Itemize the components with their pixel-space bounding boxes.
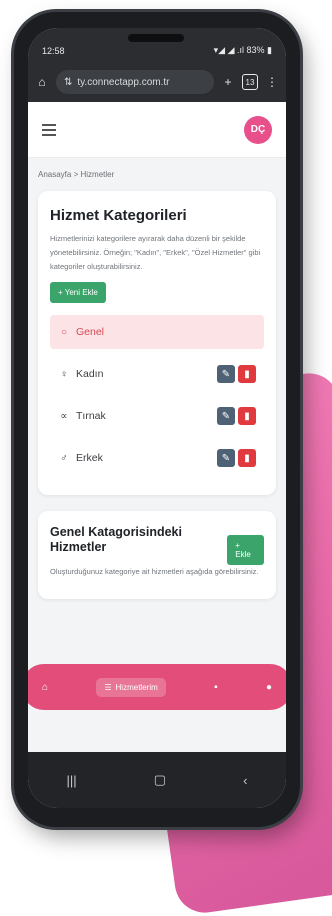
edit-category-button[interactable]: ✎ [217,449,235,467]
nail-icon: ∝ [60,410,68,422]
nav-item-label: Hizmetlerim [115,682,158,692]
new-tab-icon[interactable]: + [220,75,236,89]
category-item-genel[interactable]: ○ Genel [50,315,264,349]
camera-notch [128,34,184,42]
delete-category-button[interactable]: ▮ [238,407,256,425]
site-settings-icon[interactable]: ⇅ [64,77,72,88]
address-bar[interactable]: ⇅ ty.connectapp.com.tr [56,70,214,94]
add-category-button[interactable]: + Yeni Ekle [50,282,106,303]
category-label: Kadın [76,368,104,380]
phone-frame: 12:58 ▾◢ ◢ .ıl 83% ▮ ⌂ ⇅ ty.connectapp.c… [14,12,300,827]
trash-icon: ▮ [244,452,250,464]
edit-category-button[interactable]: ✎ [217,365,235,383]
pencil-icon: ✎ [221,452,231,464]
category-item-erkek[interactable]: ♂ Erkek ✎ ▮ [50,441,264,475]
avatar[interactable]: DÇ [244,115,272,144]
categories-description: Hizmetlerinizi kategorilere ayırarak dah… [50,234,261,271]
category-label: Tırnak [76,410,106,422]
recent-apps-icon[interactable]: ||| [67,773,77,788]
delete-category-button[interactable]: ▮ [238,449,256,467]
male-icon: ♂ [60,452,68,464]
female-icon: ♀ [60,368,68,380]
circle-icon: ○ [60,326,68,338]
more-menu-icon[interactable]: ⋮ [264,75,280,89]
nav-item-services[interactable]: ☰ Hizmetlerim [96,677,166,697]
category-item-tirnak[interactable]: ∝ Tırnak ✎ ▮ [50,399,264,433]
breadcrumb: Anasayfa > Hizmetler [38,170,115,179]
list-icon: ☰ [104,682,112,692]
category-list: ○ Genel ♀ Kadın ✎ ▮ ∝ Tırnak ✎ ▮ ♂ Erkek… [50,315,264,475]
app-header: DÇ [28,102,286,158]
url-text: ty.connectapp.com.tr [77,76,170,88]
pencil-icon: ✎ [221,410,231,422]
status-time: 12:58 [42,46,65,56]
edit-category-button[interactable]: ✎ [217,407,235,425]
services-description: Oluşturduğunuz kategoriye ait hizmetleri… [50,567,259,576]
category-label: Erkek [76,452,103,464]
home-button-icon[interactable]: ▢ [154,772,166,788]
pencil-icon: ✎ [221,368,231,380]
user-icon[interactable]: ● [266,682,272,693]
hamburger-menu-icon[interactable] [42,123,56,136]
back-icon[interactable]: ‹ [243,773,247,788]
phone-screen: 12:58 ▾◢ ◢ .ıl 83% ▮ ⌂ ⇅ ty.connectapp.c… [28,28,286,808]
categories-card: Hizmet Kategorileri Hizmetlerinizi kateg… [38,191,276,495]
category-label: Genel [76,326,105,338]
home-icon[interactable]: ⌂ [42,682,48,693]
store-icon[interactable]: ▪ [214,682,218,693]
trash-icon: ▮ [244,368,250,380]
bottom-navigation: ⌂ ☰ Hizmetlerim ▪ ● [28,664,286,710]
tab-switcher-button[interactable]: 13 [242,74,258,90]
browser-toolbar: ⌂ ⇅ ty.connectapp.com.tr + 13 ⋮ [28,62,286,102]
page-title: Hizmet Kategorileri [50,207,187,224]
system-navigation-bar: ||| ▢ ‹ [28,752,286,808]
delete-category-button[interactable]: ▮ [238,365,256,383]
status-indicators: ▾◢ ◢ .ıl 83% ▮ [213,45,272,55]
category-item-kadin[interactable]: ♀ Kadın ✎ ▮ [50,357,264,391]
services-card: Genel Katagorisindeki Hizmetler + Ekle O… [38,511,276,599]
services-title: Genel Katagorisindeki Hizmetler [50,525,182,554]
add-service-button[interactable]: + Ekle [227,535,264,565]
home-icon[interactable]: ⌂ [34,75,50,89]
trash-icon: ▮ [244,410,250,422]
